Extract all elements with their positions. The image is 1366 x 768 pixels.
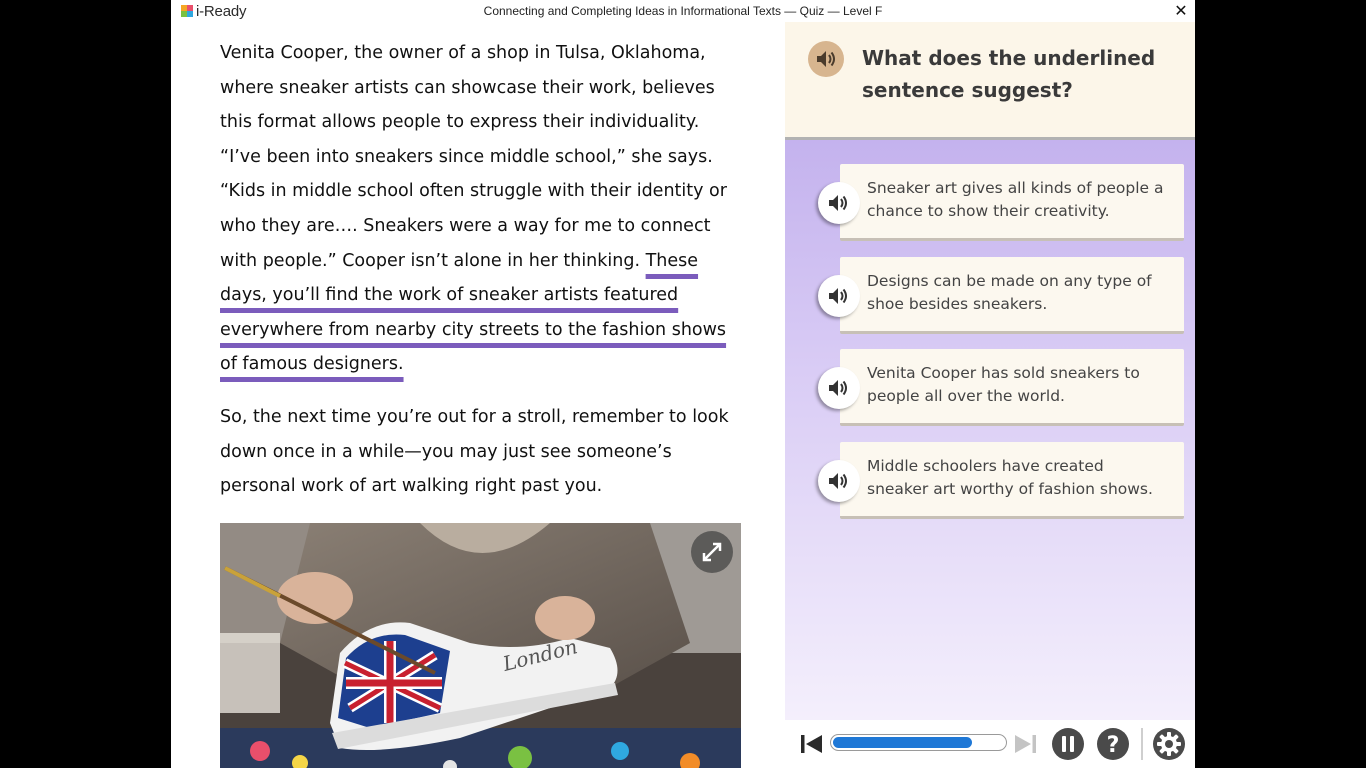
help-icon: ? <box>1097 728 1129 760</box>
answer-option-3[interactable]: Venita Cooper has sold sneakers to peopl… <box>840 349 1184 426</box>
close-icon: ✕ <box>1174 1 1188 20</box>
question-audio-button[interactable] <box>808 41 844 77</box>
speaker-icon <box>817 51 835 67</box>
answer-option-2[interactable]: Designs can be made on any type of shoe … <box>840 257 1184 334</box>
reading-passage[interactable]: Venita Cooper, the owner of a shop in Tu… <box>171 22 785 768</box>
progress-fill <box>833 737 972 748</box>
settings-icon <box>1153 728 1185 760</box>
lesson-control-bar: ? <box>785 720 1195 768</box>
progress-bar <box>830 734 1007 751</box>
passage-paragraph: Venita Cooper, the owner of a shop in Tu… <box>220 36 740 382</box>
sneaker-art-photo: London <box>220 523 741 768</box>
help-button[interactable]: ? <box>1096 727 1130 765</box>
passage-paragraph: So, the next time you’re out for a strol… <box>220 407 729 497</box>
answer-2-audio-button[interactable] <box>818 275 860 317</box>
answer-1-audio-button[interactable] <box>818 182 860 224</box>
answer-text: Venita Cooper has sold sneakers to peopl… <box>867 364 1140 405</box>
skip-back-button[interactable] <box>799 732 825 760</box>
app-window: i-Ready Connecting and Completing Ideas … <box>171 0 1195 768</box>
speaker-icon <box>829 288 847 304</box>
pause-icon <box>1052 728 1084 760</box>
speaker-icon <box>829 473 847 489</box>
answer-3-audio-button[interactable] <box>818 367 860 409</box>
title-bar: i-Ready Connecting and Completing Ideas … <box>171 0 1195 22</box>
question-prompt: What does the underlined sentence sugges… <box>862 46 1156 102</box>
speaker-icon <box>829 195 847 211</box>
passage-text: Venita Cooper, the owner of a shop in Tu… <box>220 43 727 271</box>
speaker-icon <box>829 380 847 396</box>
question-panel: What does the underlined sentence sugges… <box>785 22 1195 720</box>
answer-option-4[interactable]: Middle schoolers have created sneaker ar… <box>840 442 1184 519</box>
answer-text: Middle schoolers have created sneaker ar… <box>867 457 1153 498</box>
skip-back-icon <box>801 735 822 753</box>
sneaker-painting-illustration: London <box>220 523 741 768</box>
question-header: What does the underlined sentence sugges… <box>785 22 1195 140</box>
skip-forward-icon <box>1015 735 1036 753</box>
settings-button[interactable] <box>1152 727 1186 765</box>
answer-text: Sneaker art gives all kinds of people a … <box>867 179 1164 220</box>
answer-text: Designs can be made on any type of shoe … <box>867 272 1152 313</box>
expand-image-button[interactable] <box>691 531 733 573</box>
answer-option-1[interactable]: Sneaker art gives all kinds of people a … <box>840 164 1184 241</box>
expand-icon <box>702 542 722 562</box>
answer-4-audio-button[interactable] <box>818 460 860 502</box>
control-divider <box>1141 728 1143 760</box>
skip-forward-button[interactable] <box>1012 732 1038 760</box>
svg-text:?: ? <box>1107 733 1120 758</box>
pause-button[interactable] <box>1051 727 1085 765</box>
close-button[interactable]: ✕ <box>1171 1 1191 21</box>
window-title: Connecting and Completing Ideas in Infor… <box>483 4 883 18</box>
